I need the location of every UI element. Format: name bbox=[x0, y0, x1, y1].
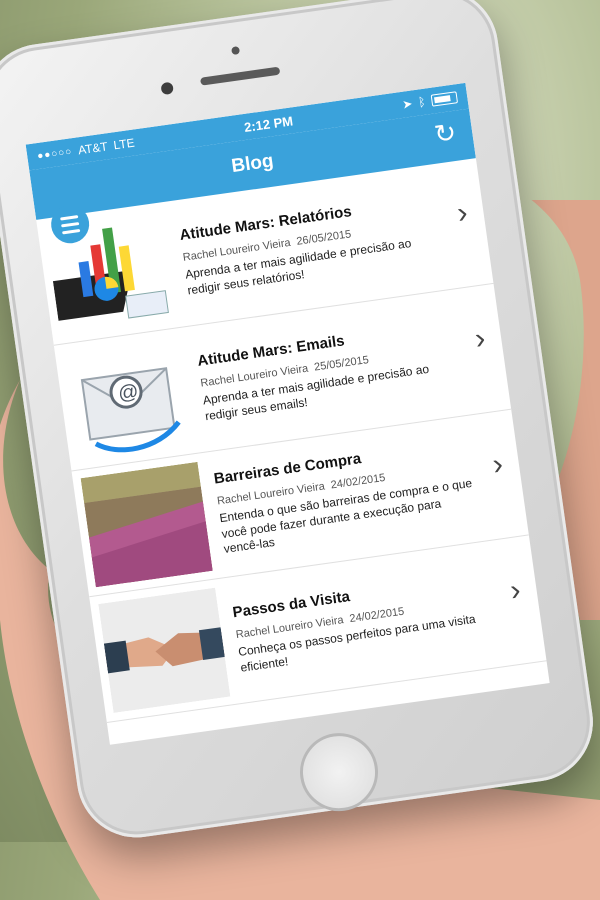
email-envelope-thumbnail: @ bbox=[63, 336, 195, 461]
carrier-label: AT&T bbox=[77, 139, 109, 158]
reports-chart-thumbnail bbox=[45, 210, 177, 335]
earpiece-speaker bbox=[200, 66, 281, 86]
page-title: Blog bbox=[230, 150, 275, 178]
location-icon: ➤ bbox=[401, 96, 414, 112]
proximity-sensor bbox=[160, 81, 174, 96]
phone-screen: ●●○○○ AT&T LTE 2:12 PM ➤ ᛒ Blog ↻ Atitud… bbox=[25, 82, 550, 745]
chevron-right-icon: › bbox=[455, 196, 470, 231]
bluetooth-icon: ᛒ bbox=[417, 94, 427, 110]
signal-icon: ●●○○○ bbox=[36, 145, 73, 162]
status-time: 2:12 PM bbox=[243, 112, 294, 135]
svg-text:@: @ bbox=[117, 380, 140, 405]
network-label: LTE bbox=[112, 135, 136, 153]
home-button[interactable] bbox=[294, 728, 384, 817]
chevron-right-icon: › bbox=[508, 573, 523, 608]
handshake-thumbnail bbox=[98, 587, 231, 713]
post-list: Atitude Mars: Relatórios Rachel Loureiro… bbox=[36, 158, 547, 723]
battery-icon bbox=[430, 91, 459, 107]
chevron-right-icon: › bbox=[490, 447, 505, 482]
front-camera bbox=[231, 46, 241, 56]
refresh-icon[interactable]: ↻ bbox=[432, 117, 458, 151]
phone-body: ●●○○○ AT&T LTE 2:12 PM ➤ ᛒ Blog ↻ Atitud… bbox=[0, 0, 600, 846]
store-aisle-thumbnail bbox=[80, 461, 213, 588]
phone-device: ●●○○○ AT&T LTE 2:12 PM ➤ ᛒ Blog ↻ Atitud… bbox=[0, 0, 600, 855]
chevron-right-icon: › bbox=[472, 321, 488, 356]
